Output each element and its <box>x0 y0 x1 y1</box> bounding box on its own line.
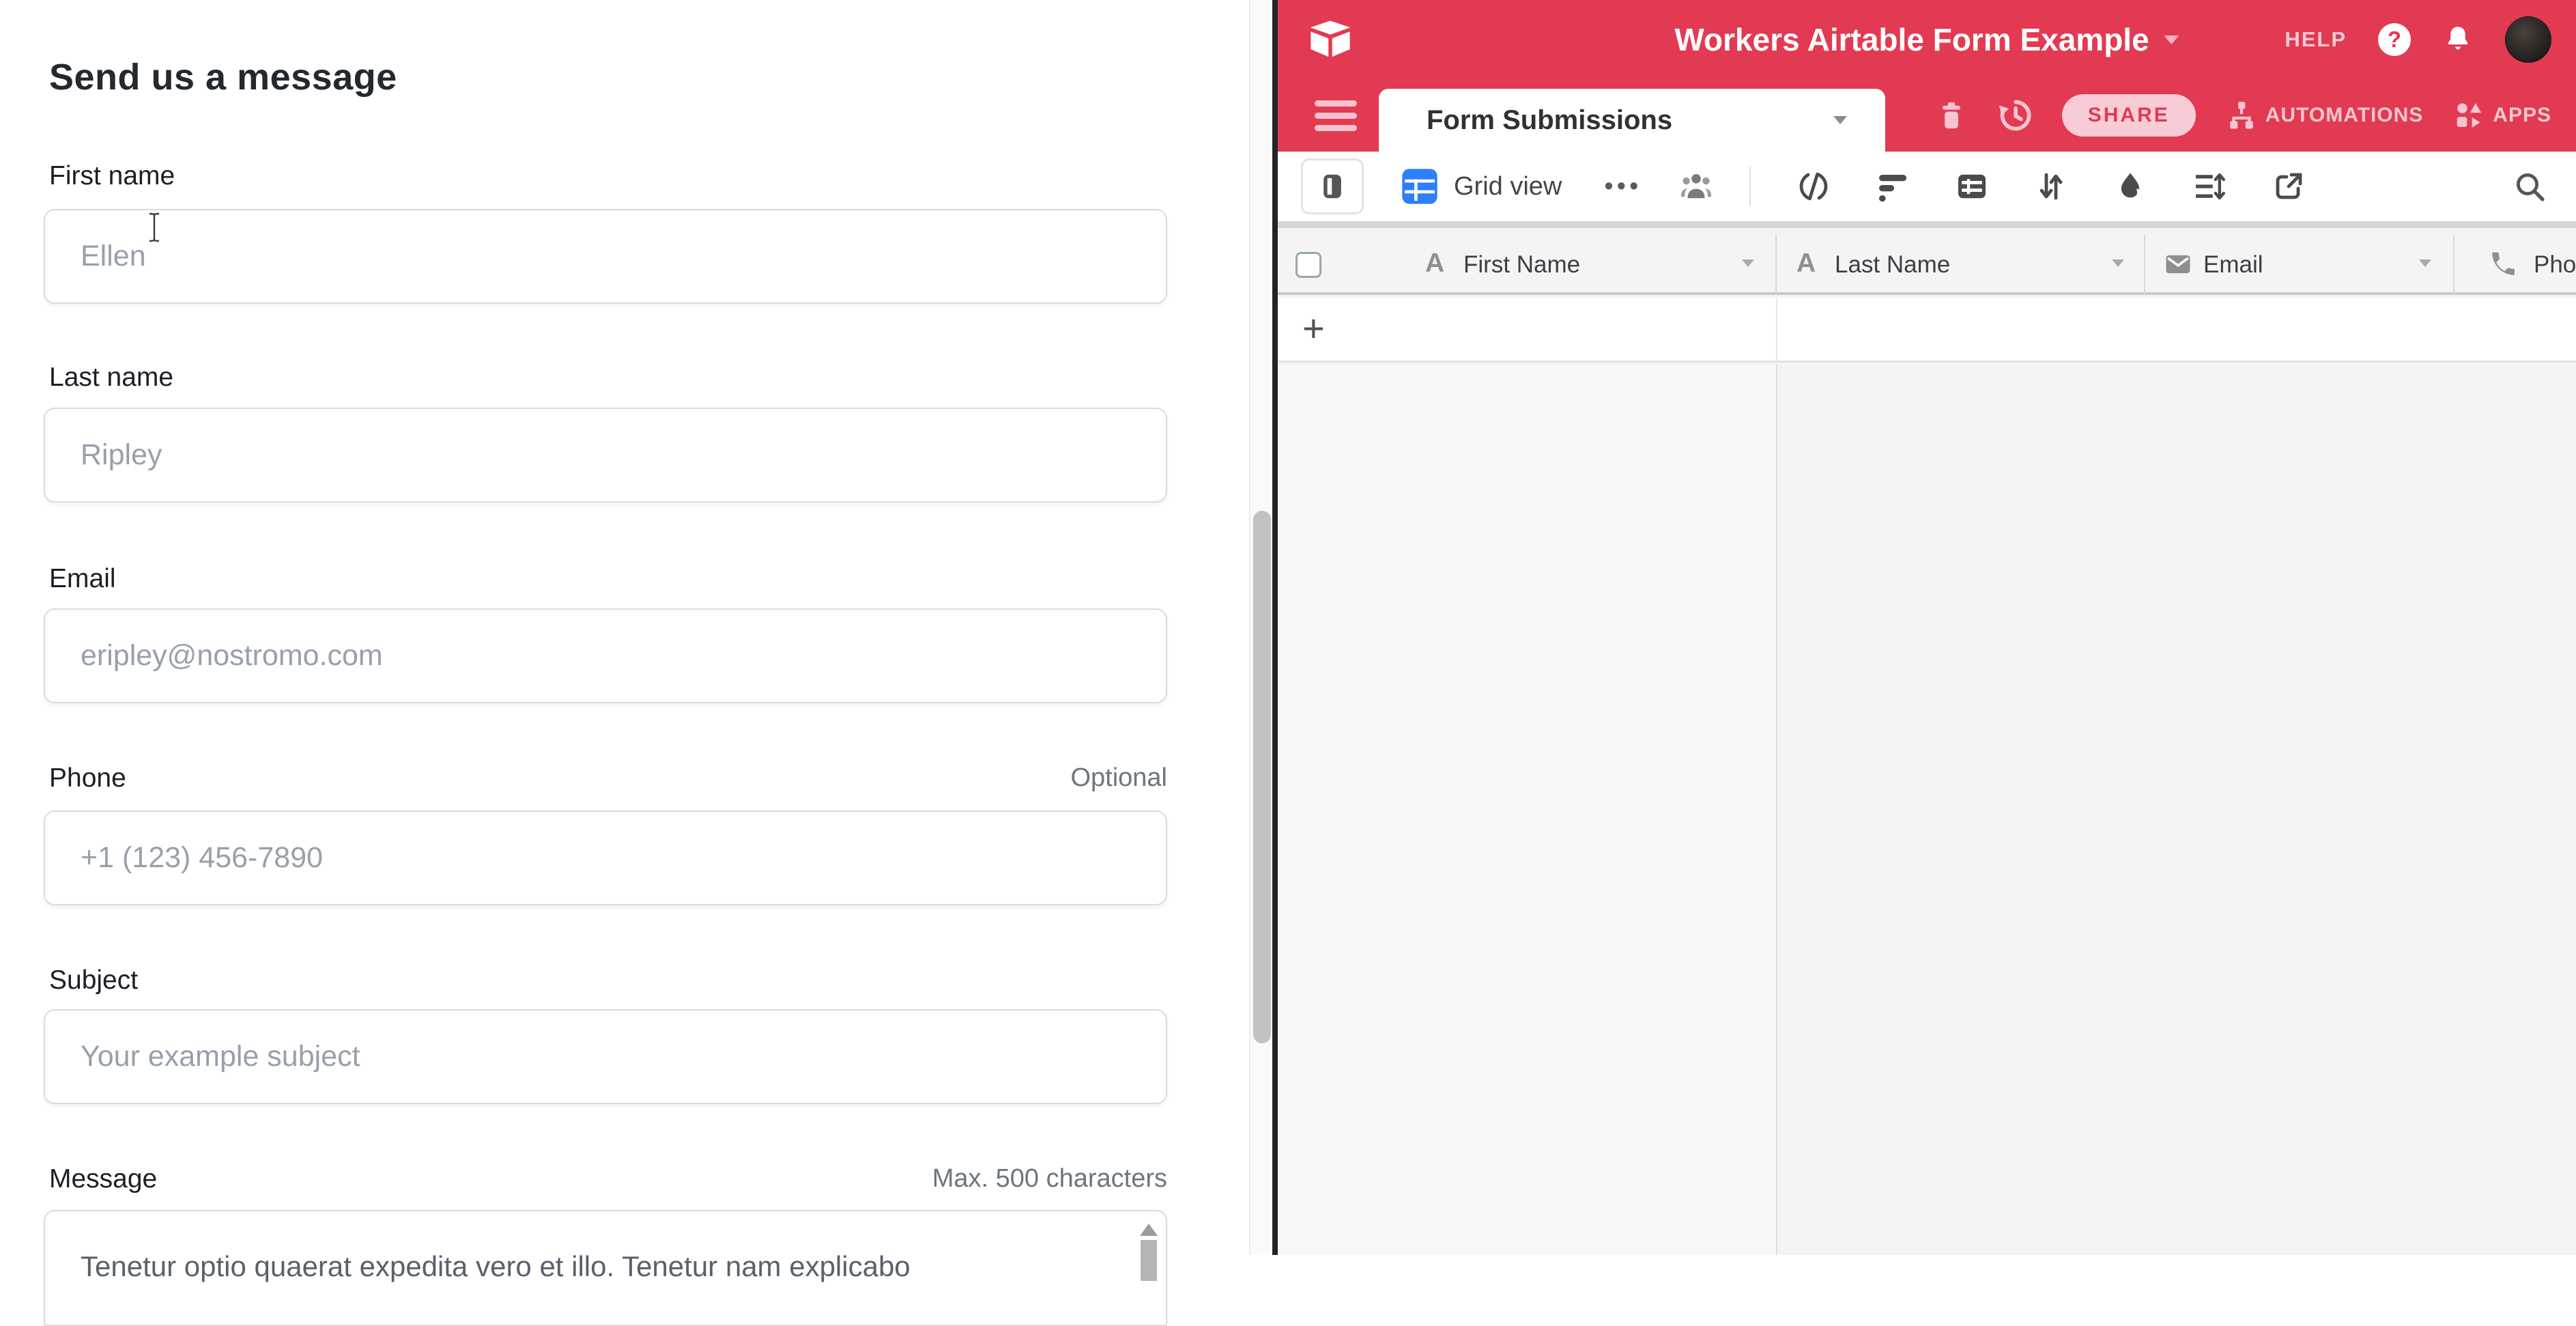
column-resize-handle[interactable] <box>2453 235 2455 295</box>
column-header-first-name[interactable]: First Name <box>1463 251 1580 279</box>
grid-view-icon <box>1401 167 1439 206</box>
text-cursor-icon <box>147 212 162 243</box>
grid-column-headers: A First Name A Last Name Email Phone <box>1278 235 2576 295</box>
trash-icon[interactable] <box>1936 99 1966 132</box>
help-circle-icon[interactable]: ? <box>2378 23 2411 56</box>
first-name-label: First name <box>49 161 175 191</box>
automations-icon <box>2226 100 2257 131</box>
grid-body-frozen-column <box>1278 365 1776 1255</box>
apps-label: APPS <box>2493 104 2551 127</box>
phone-label: Phone <box>49 763 126 793</box>
column-resize-handle[interactable] <box>1775 235 1777 295</box>
menu-icon[interactable] <box>1315 100 1357 131</box>
filter-icon[interactable] <box>1876 170 1909 203</box>
message-maxlength-hint: Max. 500 characters <box>932 1164 1167 1194</box>
column-resize-handle[interactable] <box>2144 235 2145 295</box>
add-row-button[interactable]: + <box>1278 298 2576 363</box>
history-icon[interactable] <box>1997 98 2032 133</box>
row-height-icon[interactable] <box>2193 170 2226 203</box>
column-border <box>1776 298 1777 363</box>
contact-form: Send us a message First name Last name E… <box>0 0 1249 1255</box>
chevron-down-icon[interactable] <box>2164 36 2179 44</box>
text-field-icon: A <box>1425 249 1444 279</box>
form-heading: Send us a message <box>49 56 397 98</box>
first-name-input[interactable] <box>44 209 1167 304</box>
share-view-icon[interactable] <box>2272 170 2305 203</box>
user-avatar[interactable] <box>2505 16 2551 63</box>
message-scrollbar-thumb[interactable] <box>1141 1240 1157 1281</box>
apps-icon <box>2453 100 2485 131</box>
hide-fields-icon[interactable] <box>1797 170 1830 203</box>
column-header-phone[interactable]: Phone <box>2534 251 2576 279</box>
chevron-down-icon[interactable] <box>2112 259 2124 267</box>
airtable-topbar: Workers Airtable Form Example HELP ? <box>1278 0 2576 79</box>
collaborators-icon[interactable] <box>1680 170 1713 203</box>
group-icon[interactable] <box>1956 170 1988 203</box>
table-tab-form-submissions[interactable]: Form Submissions <box>1379 89 1885 152</box>
plus-icon[interactable]: + <box>1302 306 1325 350</box>
email-icon <box>2164 250 2192 279</box>
sidebar-toggle-icon <box>1317 171 1347 201</box>
message-scrollbar[interactable] <box>1137 1215 1160 1325</box>
message-textarea[interactable]: Tenetur optio quaerat expedita vero et i… <box>44 1210 1167 1326</box>
color-icon[interactable] <box>2114 170 2147 203</box>
view-bar: Grid view ••• <box>1278 152 2576 228</box>
email-input[interactable] <box>44 608 1167 703</box>
base-title[interactable]: Workers Airtable Form Example <box>1674 21 2149 58</box>
view-sidebar-toggle[interactable] <box>1301 158 1364 214</box>
airtable-toolbar: Form Submissions SHARE <box>1278 79 2576 152</box>
select-all-checkbox[interactable] <box>1296 252 1321 278</box>
message-text: Tenetur optio quaerat expedita vero et i… <box>81 1247 1091 1286</box>
phone-input[interactable] <box>44 810 1167 905</box>
chevron-down-icon[interactable] <box>1742 259 1754 267</box>
column-header-email[interactable]: Email <box>2203 251 2263 279</box>
view-name[interactable]: Grid view <box>1454 172 1562 201</box>
search-icon[interactable] <box>2513 170 2546 203</box>
automations-label: AUTOMATIONS <box>2265 104 2424 127</box>
toolbar-divider <box>1749 167 1751 206</box>
share-button[interactable]: SHARE <box>2062 94 2196 137</box>
apps-button[interactable]: APPS <box>2453 100 2551 131</box>
grid-body <box>1278 365 2576 1255</box>
message-label: Message <box>49 1164 157 1194</box>
airtable-window: Workers Airtable Form Example HELP ? For… <box>1278 0 2576 1255</box>
page-scrollbar-thumb[interactable] <box>1253 511 1271 1043</box>
bell-icon[interactable] <box>2442 23 2474 56</box>
scroll-up-icon[interactable] <box>1140 1224 1158 1236</box>
help-link[interactable]: HELP <box>2285 27 2347 52</box>
last-name-input[interactable] <box>44 408 1167 503</box>
subject-label: Subject <box>49 965 138 996</box>
chevron-down-icon <box>1833 116 1847 124</box>
phone-icon <box>2489 250 2517 279</box>
chevron-down-icon[interactable] <box>2419 259 2431 267</box>
window-divider <box>1272 0 1278 1255</box>
email-label: Email <box>49 564 116 594</box>
subject-input[interactable] <box>44 1009 1167 1104</box>
airtable-logo[interactable] <box>1308 18 1353 60</box>
sort-icon[interactable] <box>2035 170 2067 203</box>
view-more-icon[interactable]: ••• <box>1604 172 1642 201</box>
column-border <box>1776 365 1777 1255</box>
last-name-label: Last name <box>49 363 173 393</box>
column-header-last-name[interactable]: Last Name <box>1835 251 1950 279</box>
table-tab-label: Form Submissions <box>1427 105 1672 136</box>
phone-optional-hint: Optional <box>1070 763 1167 793</box>
text-field-icon: A <box>1797 249 1816 279</box>
page-scrollbar[interactable] <box>1249 0 1272 1255</box>
automations-button[interactable]: AUTOMATIONS <box>2226 100 2424 131</box>
